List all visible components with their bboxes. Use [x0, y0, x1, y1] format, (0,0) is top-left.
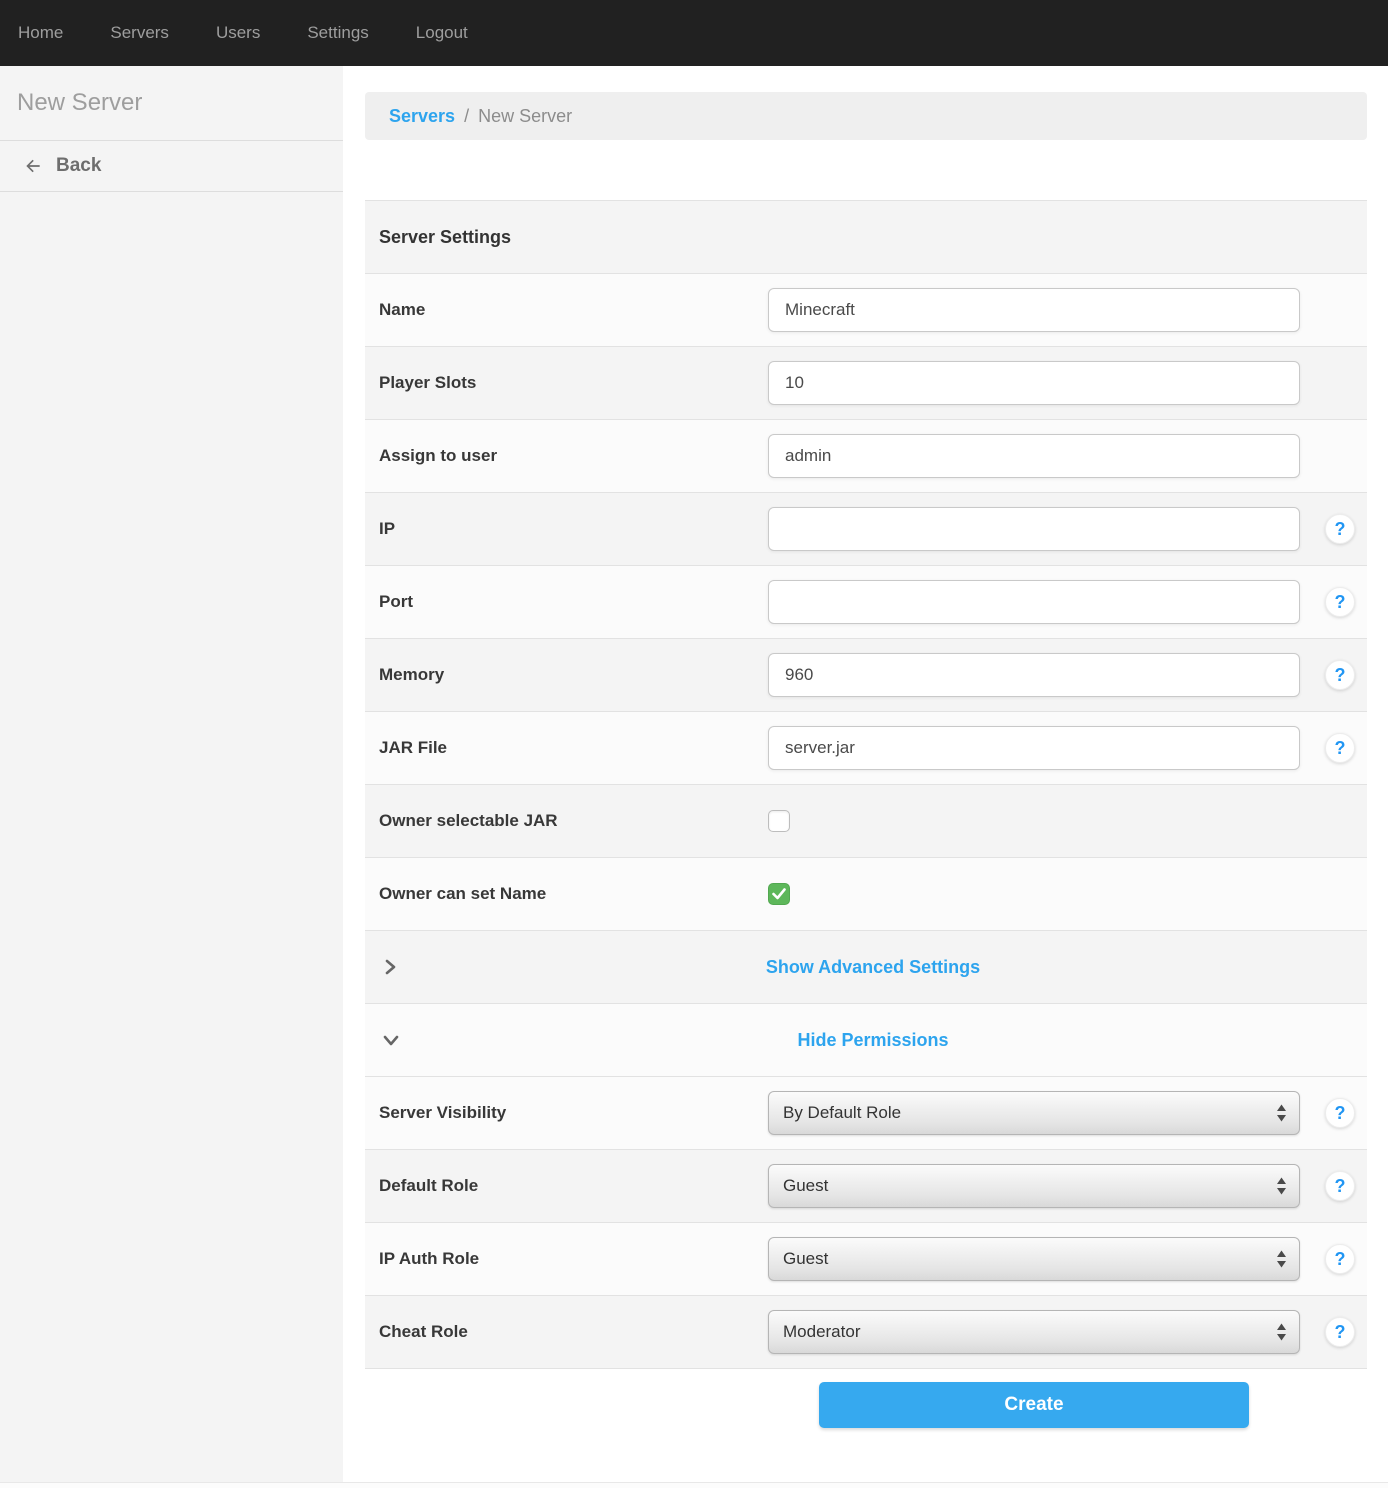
- help-icon[interactable]: ?: [1325, 1098, 1355, 1128]
- select-spinner-icon: [1276, 1104, 1287, 1123]
- field-label-ip: IP: [379, 519, 768, 539]
- form-row-owner-selectable-jar: Owner selectable JAR: [365, 785, 1367, 858]
- help-icon[interactable]: ?: [1325, 1244, 1355, 1274]
- chevron-down-icon: [382, 1032, 400, 1048]
- form-row-memory: Memory?: [365, 639, 1367, 712]
- help-icon[interactable]: ?: [1325, 1171, 1355, 1201]
- form-row-owner-can-set-name: Owner can set Name: [365, 858, 1367, 931]
- selected-option-label: By Default Role: [783, 1103, 901, 1123]
- field-value-default-role: Guest: [768, 1164, 1300, 1208]
- field-value-owner-selectable-jar: [768, 810, 1300, 832]
- assign-to-user-input[interactable]: [768, 434, 1300, 478]
- default-role-select[interactable]: Guest: [768, 1164, 1300, 1208]
- checkmark-icon: [772, 888, 786, 900]
- field-value-owner-can-set-name: [768, 883, 1300, 905]
- body-row: New Server Back Servers / New Server Ser…: [0, 66, 1388, 1482]
- field-value-ip: [768, 507, 1300, 551]
- back-button[interactable]: Back: [0, 141, 343, 192]
- selected-option-label: Moderator: [783, 1322, 860, 1342]
- form-row-assign-to-user: Assign to user: [365, 420, 1367, 493]
- field-label-memory: Memory: [379, 665, 768, 685]
- field-value-ip-auth-role: Guest: [768, 1237, 1300, 1281]
- selected-option-label: Guest: [783, 1249, 828, 1269]
- field-value-memory: [768, 653, 1300, 697]
- create-row: Create: [365, 1382, 1367, 1428]
- form-row-jar-file: JAR File?: [365, 712, 1367, 785]
- owner-can-set-name-checkbox[interactable]: [768, 883, 790, 905]
- memory-input[interactable]: [768, 653, 1300, 697]
- field-label-server-visibility: Server Visibility: [379, 1103, 768, 1123]
- chevron-right-icon: [382, 958, 398, 976]
- page-title: New Server: [0, 66, 343, 141]
- form-row-port: Port?: [365, 566, 1367, 639]
- create-button[interactable]: Create: [819, 1382, 1249, 1428]
- nav-item-logout[interactable]: Logout: [416, 23, 468, 43]
- select-spinner-icon: [1276, 1250, 1287, 1269]
- selected-option-label: Guest: [783, 1176, 828, 1196]
- owner-selectable-jar-checkbox[interactable]: [768, 810, 790, 832]
- jar-file-input[interactable]: [768, 726, 1300, 770]
- field-value-cheat-role: Moderator: [768, 1310, 1300, 1354]
- field-value-assign-to-user: [768, 434, 1300, 478]
- help-icon[interactable]: ?: [1325, 514, 1355, 544]
- field-value-server-visibility: By Default Role: [768, 1091, 1300, 1135]
- field-value-jar-file: [768, 726, 1300, 770]
- help-icon[interactable]: ?: [1325, 733, 1355, 763]
- ip-input[interactable]: [768, 507, 1300, 551]
- top-navbar: Home Servers Users Settings Logout: [0, 0, 1388, 66]
- field-value-name: [768, 288, 1300, 332]
- breadcrumb: Servers / New Server: [365, 92, 1367, 140]
- field-label-owner-selectable-jar: Owner selectable JAR: [379, 811, 768, 831]
- name-input[interactable]: [768, 288, 1300, 332]
- field-label-jar-file: JAR File: [379, 738, 768, 758]
- form-row-ip: IP?: [365, 493, 1367, 566]
- field-label-ip-auth-role: IP Auth Role: [379, 1249, 768, 1269]
- sidebar: New Server Back: [0, 66, 343, 1482]
- form-row-server-visibility: Server Visibility By Default Role?: [365, 1077, 1367, 1150]
- toggle-link-hide-permissions[interactable]: Hide Permissions: [797, 1030, 948, 1051]
- form-row-server-settings: Server Settings: [365, 201, 1367, 274]
- breadcrumb-link-servers[interactable]: Servers: [389, 106, 455, 127]
- cheat-role-select[interactable]: Moderator: [768, 1310, 1300, 1354]
- form-row-show-advanced-settings: Show Advanced Settings: [365, 931, 1367, 1004]
- main-content: Servers / New Server Server Settings Name…: [343, 66, 1388, 1482]
- field-label-default-role: Default Role: [379, 1176, 768, 1196]
- field-label-player-slots: Player Slots: [379, 373, 768, 393]
- help-icon[interactable]: ?: [1325, 587, 1355, 617]
- port-input[interactable]: [768, 580, 1300, 624]
- breadcrumb-separator: /: [464, 106, 469, 127]
- field-label-owner-can-set-name: Owner can set Name: [379, 884, 768, 904]
- help-icon[interactable]: ?: [1325, 1317, 1355, 1347]
- form-row-ip-auth-role: IP Auth Role Guest?: [365, 1223, 1367, 1296]
- arrow-left-icon: [22, 156, 44, 176]
- breadcrumb-current: New Server: [478, 106, 572, 127]
- nav-item-users[interactable]: Users: [216, 23, 260, 43]
- field-label-name: Name: [379, 300, 768, 320]
- field-value-port: [768, 580, 1300, 624]
- toggle-link-show-advanced-settings[interactable]: Show Advanced Settings: [766, 957, 980, 978]
- field-label-assign-to-user: Assign to user: [379, 446, 768, 466]
- nav-item-servers[interactable]: Servers: [110, 23, 169, 43]
- select-spinner-icon: [1276, 1177, 1287, 1196]
- form-row-cheat-role: Cheat Role Moderator?: [365, 1296, 1367, 1369]
- field-label-port: Port: [379, 592, 768, 612]
- field-value-player-slots: [768, 361, 1300, 405]
- form-row-player-slots: Player Slots: [365, 347, 1367, 420]
- player-slots-input[interactable]: [768, 361, 1300, 405]
- back-label: Back: [56, 155, 101, 177]
- nav-item-settings[interactable]: Settings: [307, 23, 368, 43]
- form-row-name: Name: [365, 274, 1367, 347]
- server-settings-form: Server Settings Name Player Slots Assign to…: [365, 200, 1367, 1369]
- server-visibility-select[interactable]: By Default Role: [768, 1091, 1300, 1135]
- page: Home Servers Users Settings Logout New Serve…: [0, 0, 1388, 1488]
- form-row-hide-permissions: Hide Permissions: [365, 1004, 1367, 1077]
- section-title: Server Settings: [379, 227, 511, 248]
- form-row-default-role: Default Role Guest?: [365, 1150, 1367, 1223]
- select-spinner-icon: [1276, 1323, 1287, 1342]
- ip-auth-role-select[interactable]: Guest: [768, 1237, 1300, 1281]
- nav-item-home[interactable]: Home: [18, 23, 63, 43]
- footer-strip: [0, 1482, 1388, 1488]
- help-icon[interactable]: ?: [1325, 660, 1355, 690]
- field-label-cheat-role: Cheat Role: [379, 1322, 768, 1342]
